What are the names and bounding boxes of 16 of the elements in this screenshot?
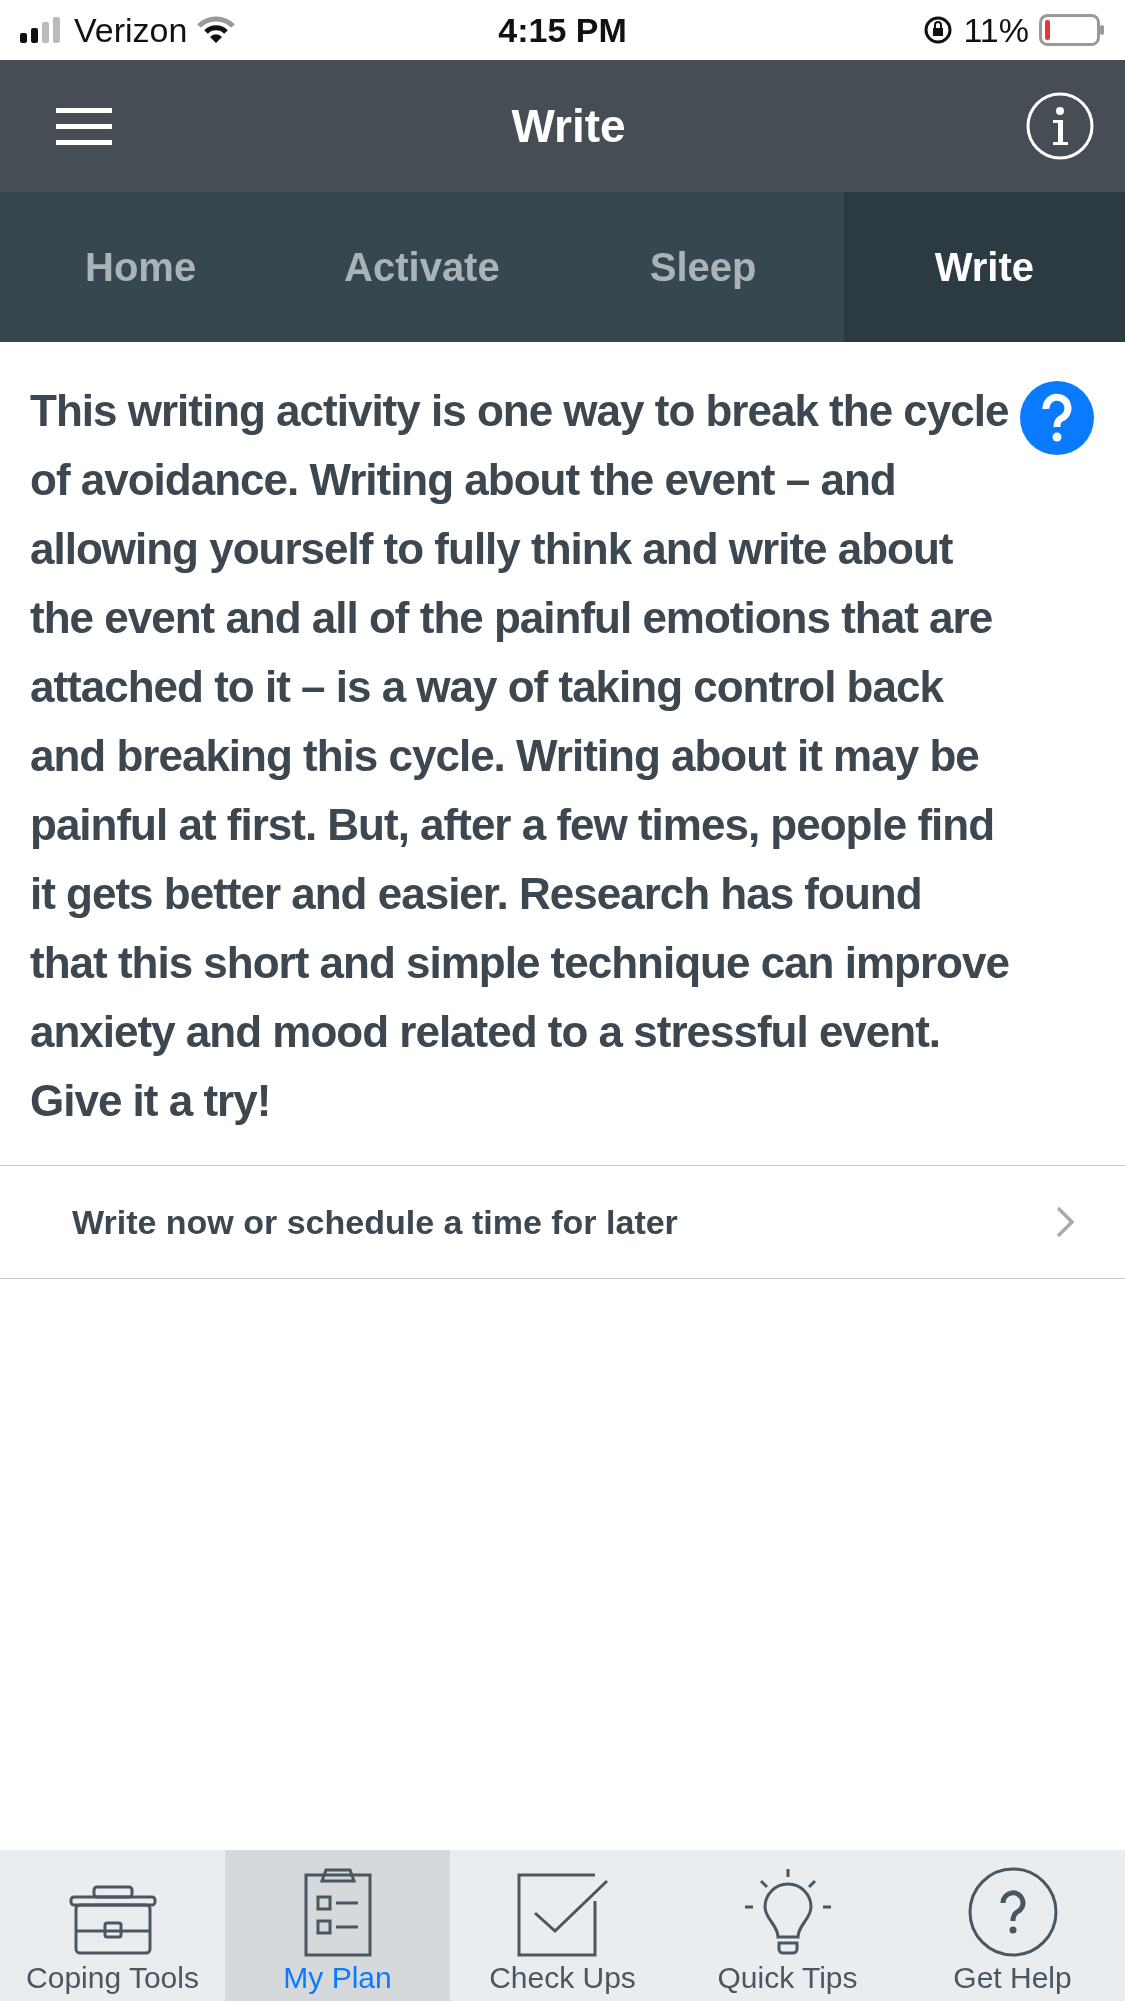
header-title: Write — [511, 99, 626, 153]
battery-percent: 11% — [963, 10, 1029, 50]
schedule-row[interactable]: Write now or schedule a time for later — [0, 1165, 1125, 1279]
chevron-icon — [1055, 1205, 1075, 1239]
intro-paragraph: This writing activity is one way to break the cycle of avoidance. Writing about the event – and allowing yourself to fully think and write about the event and all of the painful emotions that are attached to it – is a way of taking control back and breaking this cycle. Writing about it may be painful at first. But, after a few times, people find it gets better and easier. Research has found that this short and simple technique can improve anxiety and mood related to a stressful event. Give it a try! — [30, 385, 1009, 1127]
help-icon[interactable] — [1019, 380, 1095, 456]
wifi-icon — [197, 16, 236, 44]
info-icon[interactable] — [1025, 91, 1095, 161]
help-icon — [967, 1867, 1058, 1957]
nav-tab[interactable]: Write — [843, 192, 1125, 342]
lightbulb-icon — [742, 1867, 833, 1957]
clock-time: 4:15 PM — [498, 10, 627, 50]
rotation-lock-icon — [923, 15, 954, 45]
carrier-name: Verizon — [74, 10, 188, 50]
battery-icon — [1039, 14, 1105, 46]
menu-icon[interactable] — [56, 106, 112, 146]
